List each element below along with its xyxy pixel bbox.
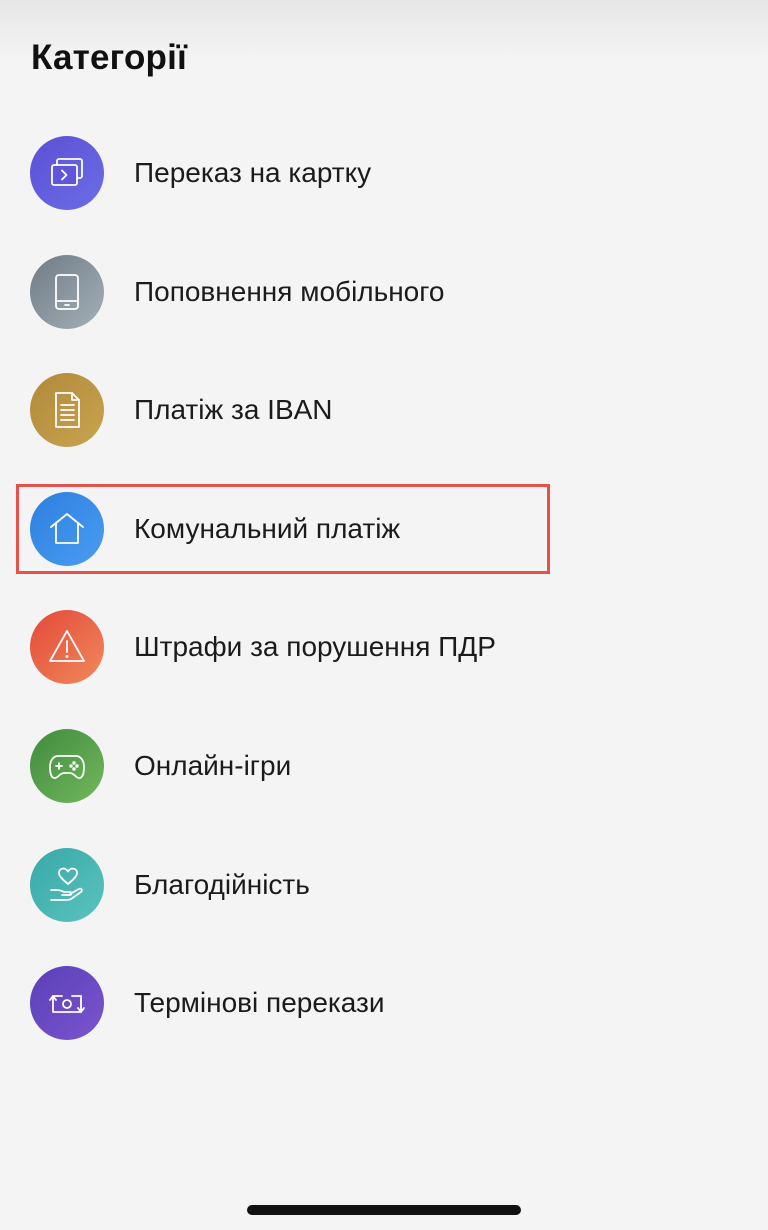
home-icon xyxy=(30,491,104,566)
category-label: Поповнення мобільного xyxy=(134,275,445,307)
category-item-traffic-fines[interactable]: Штрафи за порушення ПДР xyxy=(0,588,768,707)
category-label: Онлайн-ігри xyxy=(134,749,292,781)
charity-hand-heart-icon xyxy=(30,847,104,922)
category-item-mobile-topup[interactable]: Поповнення мобільного xyxy=(0,233,768,352)
urgent-transfer-icon xyxy=(30,966,104,1041)
category-label: Штрафи за порушення ПДР xyxy=(134,631,496,663)
page-title: Категорії xyxy=(31,38,188,77)
category-label: Благодійність xyxy=(134,868,310,900)
category-label: Термінові перекази xyxy=(134,987,385,1019)
card-transfer-icon xyxy=(30,136,104,210)
home-indicator[interactable] xyxy=(247,1205,521,1215)
gamepad-icon xyxy=(30,728,104,803)
category-item-iban-payment[interactable]: Платіж за IBAN xyxy=(0,351,768,470)
category-item-utility-payment[interactable]: Комунальний платіж xyxy=(0,470,768,589)
category-label: Комунальний платіж xyxy=(134,512,401,544)
category-label: Переказ на картку xyxy=(134,157,372,188)
warning-icon xyxy=(30,610,104,685)
category-item-card-transfer[interactable]: Переказ на картку xyxy=(0,114,768,233)
category-label: Платіж за IBAN xyxy=(134,394,333,426)
category-item-online-games[interactable]: Онлайн-ігри xyxy=(0,707,768,826)
category-list: Переказ на картку Поповнення мобільного … xyxy=(0,114,768,1063)
document-icon xyxy=(30,373,104,448)
category-item-urgent-transfers[interactable]: Термінові перекази xyxy=(0,944,768,1063)
mobile-phone-icon xyxy=(30,254,104,329)
category-item-charity[interactable]: Благодійність xyxy=(0,826,768,945)
